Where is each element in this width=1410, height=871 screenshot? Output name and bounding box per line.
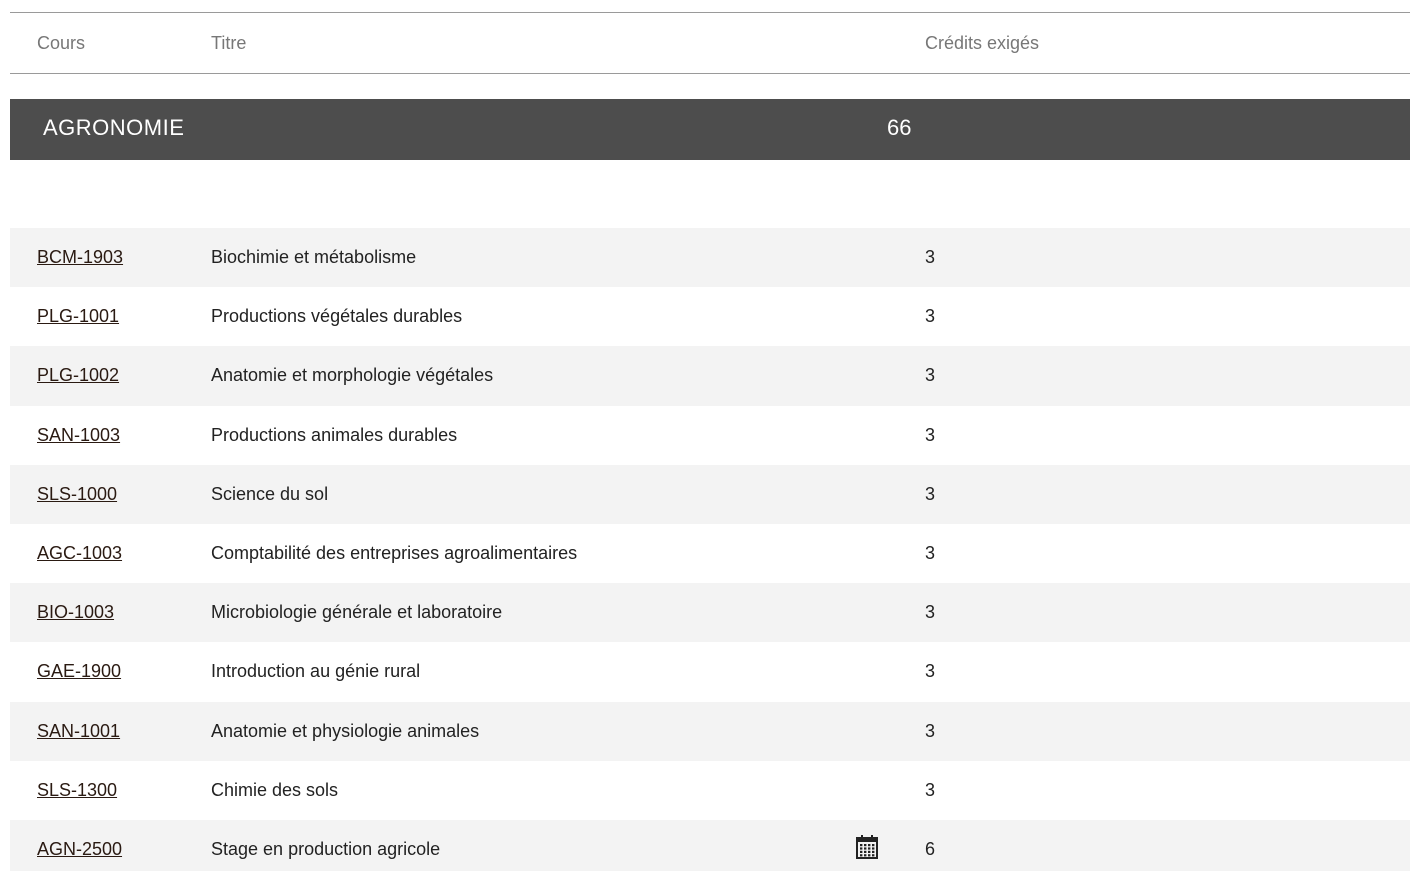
course-code-link[interactable]: BCM-1903	[37, 247, 123, 268]
course-credits: 3	[925, 542, 936, 563]
course-code-link[interactable]: SAN-1001	[37, 721, 120, 742]
course-code-link[interactable]: SLS-1000	[37, 484, 117, 505]
course-list: BCM-1903 Biochimie et métabolisme 3 PLG-100…	[10, 228, 1410, 871]
table-row: BCM-1903 Biochimie et métabolisme 3	[10, 228, 1410, 288]
section-credits: 66	[887, 115, 912, 140]
header-credits: Crédits exigés	[925, 33, 1040, 53]
course-code-link[interactable]: AGC-1003	[37, 543, 122, 564]
course-title: Productions animales durables	[211, 424, 458, 445]
table-header: Cours Titre Crédits exigés	[10, 12, 1410, 74]
table-row: AGC-1003 Comptabilité des entreprises agr…	[10, 524, 1410, 583]
table-row: SAN-1001 Anatomie et physiologie animales…	[10, 701, 1410, 761]
course-code-link[interactable]: PLG-1002	[37, 365, 119, 386]
table-row: BIO-1003 Microbiologie générale et labora…	[10, 583, 1410, 643]
course-credits: 3	[925, 602, 936, 623]
course-code-link[interactable]: PLG-1001	[37, 306, 119, 327]
course-credits: 3	[925, 306, 936, 327]
table-row: PLG-1001 Productions végétales durables 3	[10, 287, 1410, 346]
course-credits: 3	[925, 720, 936, 741]
table-row: AGN-2500 Stage en production agricole 6	[10, 819, 1410, 871]
section-name: AGRONOMIE	[43, 115, 185, 140]
course-code-link[interactable]: SLS-1300	[37, 780, 117, 801]
course-credits: 3	[925, 661, 936, 682]
course-title: Biochimie et métabolisme	[211, 247, 417, 267]
course-code-link[interactable]: BIO-1003	[37, 602, 114, 623]
table-row: SAN-1003 Productions animales durables 3	[10, 406, 1410, 465]
course-title: Stage en production agricole	[211, 838, 441, 859]
table-row: SLS-1000 Science du sol 3	[10, 464, 1410, 524]
course-credits: 3	[925, 247, 936, 267]
course-title: Introduction au génie rural	[211, 661, 421, 682]
course-code-link[interactable]: AGN-2500	[37, 839, 122, 860]
course-title: Anatomie et physiologie animales	[211, 720, 480, 741]
course-code-link[interactable]: GAE-1900	[37, 661, 121, 682]
course-title: Microbiologie générale et laboratoire	[211, 602, 503, 623]
course-credits: 3	[925, 424, 936, 445]
course-credits: 3	[925, 779, 936, 800]
course-title: Comptabilité des entreprises agroaliment…	[211, 542, 578, 563]
course-credits: 3	[925, 365, 936, 386]
course-credits: 3	[925, 483, 936, 504]
header-title: Titre	[211, 33, 247, 53]
course-title: Chimie des sols	[211, 779, 339, 800]
course-title: Anatomie et morphologie végétales	[211, 365, 494, 386]
course-title: Productions végétales durables	[211, 306, 463, 327]
table-row: SLS-1300 Chimie des sols 3	[10, 761, 1410, 820]
course-title: Science du sol	[211, 483, 329, 504]
table-row: PLG-1002 Anatomie et morphologie végétale…	[10, 346, 1410, 406]
table-row: GAE-1900 Introduction au génie rural 3	[10, 642, 1410, 701]
header-code: Cours	[37, 33, 86, 53]
calendar-icon[interactable]	[855, 834, 879, 860]
course-credits: 6	[925, 838, 936, 859]
course-code-link[interactable]: SAN-1003	[37, 425, 120, 446]
section-bar: AGRONOMIE 66	[10, 99, 1410, 160]
